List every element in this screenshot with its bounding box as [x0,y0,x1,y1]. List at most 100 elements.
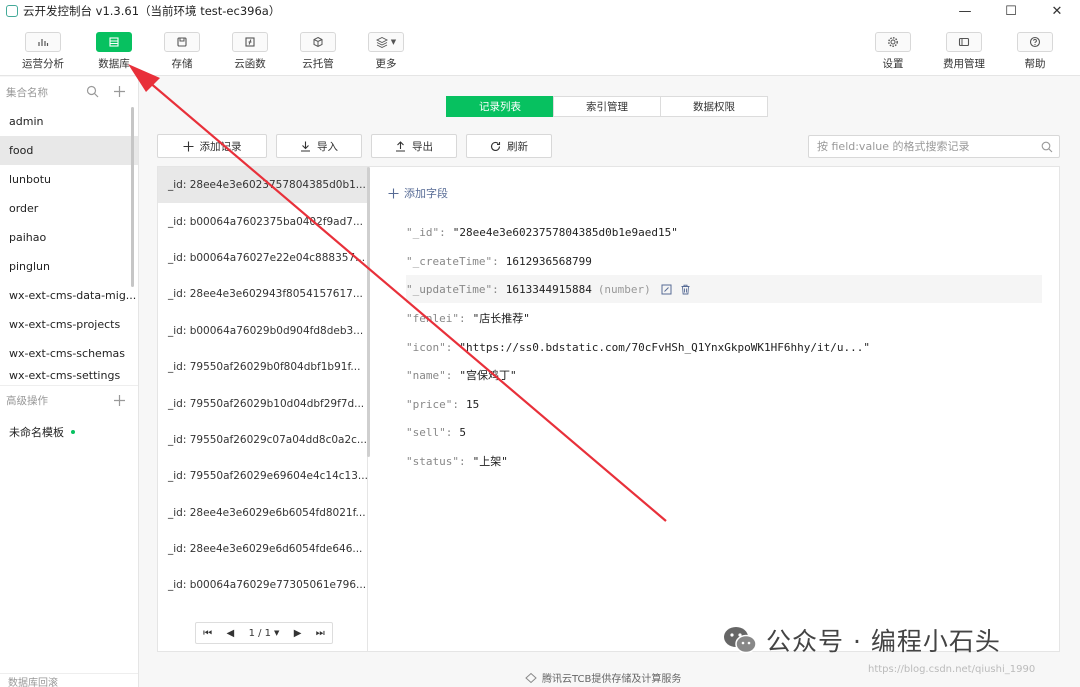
page-selector[interactable]: 1 / 1 ▼ [249,628,280,639]
field-row[interactable]: "_createTime": 1612936568799 [406,247,1042,275]
record-row-active[interactable]: _id: 28ee4e3e6023757804385d0b1... [158,167,367,204]
record-row[interactable]: _id: 79550af26029b10d04dbf29f7d... [158,385,367,421]
collection-list: admin food lunbotu order paihao pinglun … [0,107,138,385]
pagination: ⏮ ◀ 1 / 1 ▼ ▶ ⏭ [195,622,333,644]
record-search [808,135,1060,158]
prev-page-button[interactable]: ◀ [227,628,235,639]
toolbar-cloud-hosting-button[interactable]: 云托管 [289,32,347,71]
toolbar-label: 云函数 [234,58,266,70]
record-row[interactable]: _id: b00064a7602375ba0402f9ad7... [158,203,367,239]
search-icon[interactable] [86,85,99,98]
record-row[interactable]: _id: 28ee4e3e602943f8054157617... [158,276,367,312]
collection-item[interactable]: wx-ext-cms-settings [0,368,138,382]
collection-scrollbar[interactable] [131,107,134,287]
window-controls: — ☐ ✕ [942,0,1080,22]
collection-item[interactable]: paihao [0,223,138,252]
add-collection-icon[interactable] [113,85,126,98]
plus-icon [183,141,193,151]
collection-item[interactable]: wx-ext-cms-data-mig... [0,281,138,310]
template-item[interactable]: 未命名模板 [0,415,138,449]
collection-item[interactable]: lunbotu [0,165,138,194]
search-icon[interactable] [1041,141,1053,153]
toolbar-storage-button[interactable]: 存储 [153,32,211,71]
search-input[interactable] [817,140,1037,153]
record-row[interactable]: _id: b00064a76029e77305061e796... [158,567,367,603]
tab-index-management[interactable]: 索引管理 [553,96,661,117]
field-row[interactable]: "fenlei": "店长推荐" [406,304,1042,332]
view-tabs: 记录列表 索引管理 数据权限 [446,96,768,117]
minimize-button[interactable]: — [942,0,988,22]
record-row[interactable]: _id: 79550af26029b0f804dbf1b91f... [158,349,367,385]
upload-icon [396,140,405,152]
field-row[interactable]: "status": "上架" [406,447,1042,475]
footer-text: 腾讯云TCB提供存储及计算服务 [542,674,682,685]
watermark: 公众号 · 编程小石头 [722,622,1001,658]
cube-icon [313,36,323,48]
record-actions: 添加记录 导入 导出 刷新 [157,134,552,158]
delete-icon[interactable] [680,284,691,295]
field-row[interactable]: "_id": "28ee4e3e6023757804385d0b1e9aed15… [406,218,1042,246]
field-key: "_updateTime": [406,282,499,296]
field-row-hovered[interactable]: "_updateTime": 1613344915884 (number) [406,275,1042,303]
add-record-button[interactable]: 添加记录 [157,134,267,158]
first-page-button[interactable]: ⏮ [203,628,212,639]
field-key: "_id": [406,225,446,239]
record-list-scrollbar[interactable] [367,167,370,457]
gear-icon [888,37,898,47]
record-row[interactable]: _id: 79550af26029c07a04dd8c0a2c... [158,422,367,458]
toolbar-analytics-button[interactable]: 运营分析 [14,32,72,71]
collection-item[interactable]: wx-ext-cms-projects [0,310,138,339]
collection-item[interactable]: pinglun [0,252,138,281]
close-button[interactable]: ✕ [1034,0,1080,22]
app-logo-icon [6,5,18,17]
toolbar-help-button[interactable]: 帮助 [1006,32,1064,71]
maximize-button[interactable]: ☐ [988,0,1034,22]
field-key: "fenlei": [406,311,466,325]
toolbar-label: 运营分析 [22,58,64,70]
field-row[interactable]: "icon": "https://ss0.bdstatic.com/70cFvH… [406,333,1042,361]
export-label: 导出 [412,140,433,153]
field-value: 1613344915884 [505,282,592,296]
record-row[interactable]: _id: 28ee4e3e6029e6d6054fde646... [158,531,367,567]
sidebar-footer[interactable]: 数据库回滚 [0,673,138,687]
title-bar: 云开发控制台 v1.3.61（当前环境 test-ec396a） — ☐ ✕ [0,0,1080,22]
field-row[interactable]: "price": 15 [406,390,1042,418]
record-row[interactable]: _id: 28ee4e3e6029e6b6054fd8021f... [158,495,367,531]
collection-item[interactable]: wx-ext-cms-schemas [0,339,138,368]
record-row[interactable]: _id: b00064a76027e22e04c888357... [158,240,367,276]
record-row[interactable]: _id: 79550af26029e69604e4c14c13... [158,458,367,494]
field-row[interactable]: "sell": 5 [406,418,1042,446]
field-key: "sell": [406,425,453,439]
toolbar-billing-button[interactable]: 费用管理 [935,32,993,71]
record-panel: _id: 28ee4e3e6023757804385d0b1... _id: b… [157,166,1060,652]
toolbar-cloud-function-button[interactable]: 云函数 [221,32,279,71]
toolbar-settings-button[interactable]: 设置 [864,32,922,71]
collection-item-active[interactable]: food [0,136,138,165]
field-value: "28ee4e3e6023757804385d0b1e9aed15" [452,225,678,239]
add-field-button[interactable]: 添加字段 [388,185,448,201]
tab-record-list[interactable]: 记录列表 [446,96,554,117]
template-item-label: 未命名模板 [9,426,64,439]
toolbar-label: 数据库 [98,58,130,70]
toolbar-more-button[interactable]: ▼ 更多 [357,32,415,71]
toolbar-label: 费用管理 [943,58,985,70]
edit-icon[interactable] [661,284,672,295]
database-icon [109,37,119,47]
window-title: 云开发控制台 v1.3.61（当前环境 test-ec396a） [23,4,281,18]
export-button[interactable]: 导出 [371,134,457,158]
add-template-icon[interactable] [113,394,126,407]
record-row[interactable]: _id: b00064a76029b0d904fd8deb3... [158,313,367,349]
refresh-button[interactable]: 刷新 [466,134,552,158]
next-page-button[interactable]: ▶ [294,628,302,639]
tab-data-permission[interactable]: 数据权限 [660,96,768,117]
toolbar-database-button[interactable]: 数据库 [85,32,143,71]
field-key: "status": [406,454,466,468]
last-page-button[interactable]: ⏭ [316,628,325,639]
toolbar-label: 更多 [375,58,397,70]
import-button[interactable]: 导入 [276,134,362,158]
document-view: 添加字段 "_id": "28ee4e3e6023757804385d0b1e9… [388,167,1058,651]
collection-item[interactable]: admin [0,107,138,136]
collection-item[interactable]: order [0,194,138,223]
record-list: _id: 28ee4e3e6023757804385d0b1... _id: b… [158,167,368,651]
field-row[interactable]: "name": "宫保鸡丁" [406,361,1042,389]
